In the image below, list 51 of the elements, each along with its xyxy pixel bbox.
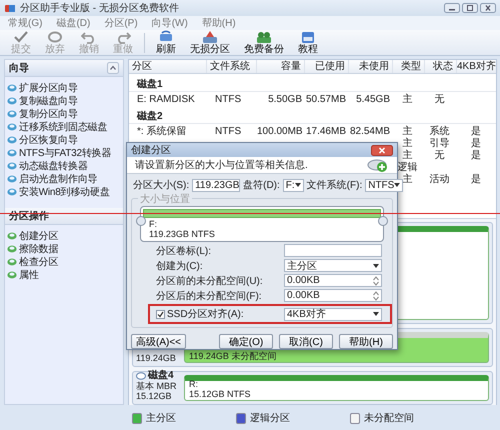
disk-type: 基本 MBR	[136, 381, 178, 391]
field-label: 文件系统(F):	[306, 178, 362, 192]
disk-size: 15.12GB	[136, 391, 173, 401]
table-cell: 主	[402, 174, 412, 185]
window-title: 分区助手专业版 - 无损分区免费软件	[20, 2, 179, 15]
field-label: 盘符(D):	[243, 179, 280, 192]
dialog-instruction: 请设置新分区的大小与位置等相关信息.	[135, 158, 308, 172]
table-cell: 5.50GB	[268, 94, 302, 105]
disk-label: 磁盘2	[137, 110, 163, 123]
table-cell: *: 系统保留	[137, 126, 186, 137]
partition-info: 119.24GB 未分配空间	[189, 351, 278, 361]
legend-label: 逻辑分区	[250, 412, 290, 425]
partition-letter: R:	[189, 379, 199, 389]
table-cell: 主	[402, 138, 412, 149]
disk-size: 119.24GB	[136, 353, 177, 363]
table-cell: 引导	[430, 138, 450, 149]
legend-label: 未分配空间	[364, 412, 414, 425]
group-title: 大小与位置	[138, 192, 192, 206]
table-cell: 主	[402, 126, 412, 137]
field-label: 分区前的未分配空间(U):	[156, 274, 264, 288]
disk-label: 磁盘1	[137, 78, 163, 91]
dialog-title: 创建分区	[131, 144, 171, 157]
table-cell: E: RAMDISK	[137, 94, 195, 105]
table-cell: 逻辑	[398, 162, 418, 173]
field-label: 分区卷标(L):	[156, 244, 212, 258]
partition-info: 119.23GB NTFS	[149, 229, 216, 239]
table-cell: 17.46MB	[306, 126, 346, 137]
table-cell: 是	[471, 138, 481, 149]
disk-name: 磁盘4	[136, 371, 180, 381]
table-cell: 82.54MB	[350, 126, 390, 137]
partition-letter: F:	[149, 219, 158, 229]
table-cell: 活动	[430, 174, 450, 185]
table-cell: 无	[434, 94, 444, 105]
partition-info: 15.12GB NTFS	[189, 389, 252, 399]
table-cell: 5.45GB	[356, 94, 390, 105]
field-label: 创建为(C):	[156, 260, 204, 272]
table-cell: 是	[471, 126, 481, 137]
table-cell: 100.00MB	[257, 126, 303, 137]
table-cell: 是	[471, 174, 481, 185]
field-label: 分区后的未分配空间(F):	[156, 290, 263, 302]
section-title: 向导	[9, 62, 29, 75]
field-label: 分区大小(S):	[133, 178, 190, 192]
table-cell: 系统	[430, 126, 450, 137]
table-cell: 主	[402, 94, 412, 105]
table-cell: NTFS	[215, 94, 242, 105]
table-cell: NTFS	[215, 126, 242, 137]
table-cell: 50.57MB	[306, 94, 346, 105]
table-cell: 是	[471, 150, 481, 161]
table-cell: 无	[434, 150, 444, 161]
legend-label: 主分区	[146, 412, 176, 425]
table-cell: 主	[402, 150, 412, 161]
